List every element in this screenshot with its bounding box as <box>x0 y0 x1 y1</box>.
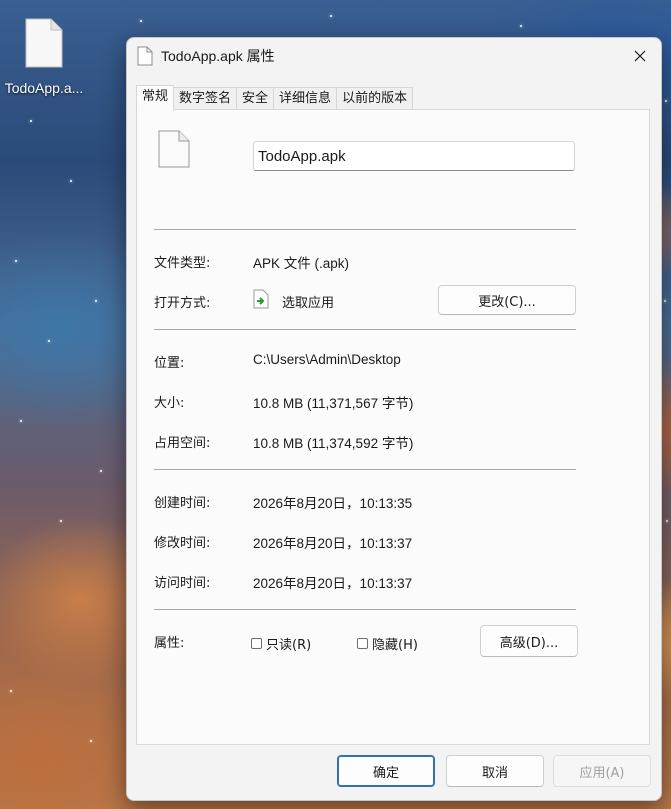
tab-details[interactable]: 详细信息 <box>273 87 338 110</box>
desktop-file-label: TodoApp.a... <box>4 80 84 96</box>
filename-input[interactable] <box>253 141 575 171</box>
close-icon <box>634 50 646 62</box>
star <box>10 690 12 692</box>
checkbox-box[interactable] <box>251 638 262 649</box>
size-value: 10.8 MB (11,371,567 字节) <box>253 396 414 411</box>
file-type-value: APK 文件 (.apk) <box>253 256 350 271</box>
size-on-disk-value: 10.8 MB (11,374,592 字节) <box>253 436 414 451</box>
separator <box>154 609 576 610</box>
window-title: TodoApp.apk 属性 <box>161 48 275 64</box>
star <box>140 20 142 22</box>
ok-button[interactable]: 确定 <box>337 755 435 787</box>
open-with-label: 打开方式: <box>154 296 211 311</box>
change-button[interactable]: 更改(C)... <box>438 285 576 315</box>
star <box>520 25 522 27</box>
star <box>48 340 50 342</box>
tab-general[interactable]: 常规 <box>136 85 175 111</box>
file-icon <box>158 130 190 168</box>
modified-value: 2026年8月20日，10:13:37 <box>253 536 413 551</box>
separator <box>154 469 576 470</box>
general-tab-panel: 文件类型: APK 文件 (.apk) 打开方式: 选取应用 更改(C)... … <box>136 109 650 745</box>
location-label: 位置: <box>154 356 185 371</box>
readonly-checkbox-label: 只读(R) <box>266 638 312 653</box>
separator <box>154 329 576 330</box>
created-value: 2026年8月20日，10:13:35 <box>253 496 413 511</box>
attributes-label: 属性: <box>154 636 185 651</box>
modified-label: 修改时间: <box>154 536 211 551</box>
tab-previous-versions[interactable]: 以前的版本 <box>336 87 414 110</box>
star <box>666 520 668 522</box>
size-on-disk-label: 占用空间: <box>154 436 211 451</box>
tab-digital-signatures[interactable]: 数字签名 <box>173 87 238 110</box>
file-icon <box>25 18 63 68</box>
cancel-button[interactable]: 取消 <box>446 755 544 787</box>
star <box>20 420 22 422</box>
star <box>15 260 17 262</box>
created-label: 创建时间: <box>154 496 211 511</box>
file-type-label: 文件类型: <box>154 256 211 271</box>
star <box>70 180 72 182</box>
properties-dialog: TodoApp.apk 属性 常规 数字签名 安全 详细信息 以前的版本 文件类… <box>126 37 662 801</box>
star <box>664 300 666 302</box>
file-icon <box>137 46 153 66</box>
readonly-checkbox[interactable]: 只读(R) <box>251 634 311 653</box>
checkbox-box[interactable] <box>357 638 368 649</box>
desktop-file-item[interactable]: TodoApp.a... <box>0 18 88 96</box>
title-bar[interactable]: TodoApp.apk 属性 <box>127 38 661 74</box>
open-with-value: 选取应用 <box>282 295 335 310</box>
tab-security[interactable]: 安全 <box>236 87 275 110</box>
location-value: C:\Users\Admin\Desktop <box>253 352 401 367</box>
size-label: 大小: <box>154 396 185 411</box>
star <box>30 120 32 122</box>
accessed-label: 访问时间: <box>154 576 211 591</box>
star <box>665 100 667 102</box>
star <box>90 740 92 742</box>
star <box>330 15 332 17</box>
star <box>60 520 62 522</box>
advanced-button[interactable]: 高级(D)... <box>480 625 578 657</box>
accessed-value: 2026年8月20日，10:13:37 <box>253 576 413 591</box>
tab-strip: 常规 数字签名 安全 详细信息 以前的版本 <box>136 85 414 111</box>
separator <box>154 229 576 230</box>
apply-button[interactable]: 应用(A) <box>553 755 651 787</box>
star <box>95 300 97 302</box>
hidden-checkbox[interactable]: 隐藏(H) <box>357 634 418 653</box>
hidden-checkbox-label: 隐藏(H) <box>372 638 418 653</box>
star <box>100 470 102 472</box>
open-app-icon <box>253 289 269 309</box>
close-button[interactable] <box>625 42 655 70</box>
